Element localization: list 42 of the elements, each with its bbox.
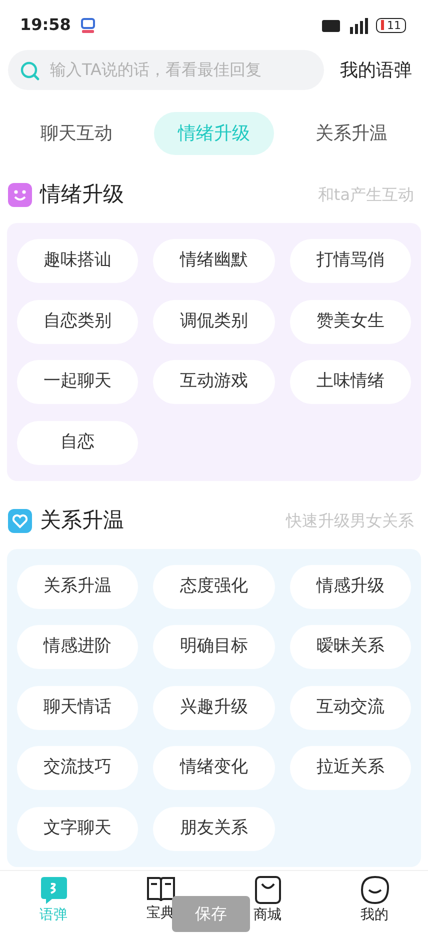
smiley-icon (8, 182, 32, 208)
section-subtitle: 和ta产生互动 (318, 184, 414, 206)
tag-chip[interactable]: 拉近关系 (290, 746, 411, 790)
book-icon (146, 875, 176, 903)
tag-chip[interactable]: 关系升温 (17, 564, 138, 608)
status-time: 19:58 (20, 14, 71, 36)
tag-chip[interactable]: 情绪幽默 (153, 239, 275, 283)
tag-chip[interactable]: 自恋类别 (17, 300, 138, 344)
tag-chip[interactable]: 情感升级 (290, 564, 411, 608)
tag-chip[interactable]: 文字聊天 (17, 806, 138, 850)
tag-chip[interactable]: 聊天情话 (17, 686, 138, 730)
tag-chip[interactable]: 互动游戏 (153, 360, 275, 404)
tag-chip[interactable]: 赞美女生 (290, 300, 411, 344)
tag-chip[interactable]: 暧昧关系 (290, 625, 411, 669)
tag-chip[interactable]: 兴趣升级 (153, 686, 275, 730)
tag-chip[interactable]: 情感进阶 (17, 625, 138, 669)
save-toast: 保存 (172, 896, 250, 932)
tag-chip[interactable]: 趣味搭讪 (17, 239, 138, 283)
tag-chip[interactable]: 情绪变化 (153, 746, 275, 790)
search-bar[interactable]: 输入TA说的话，看看最佳回复 (8, 50, 324, 90)
tag-chip[interactable]: 朋友关系 (153, 806, 275, 850)
battery-icon: 11 (376, 18, 406, 32)
tag-chip[interactable]: 自恋 (17, 420, 138, 464)
section-subtitle: 快速升级男女关系 (286, 510, 414, 532)
tag-chip[interactable]: 态度强化 (153, 564, 275, 608)
chat-bubble-icon (40, 875, 68, 905)
bag-icon (254, 875, 282, 905)
tag-chip[interactable]: 一起聊天 (17, 360, 138, 404)
tag-chip[interactable]: 调侃类别 (153, 300, 275, 344)
tag-chip[interactable]: 交流技巧 (17, 746, 138, 790)
tag-chip[interactable]: 打情骂俏 (290, 239, 411, 283)
tag-chip[interactable]: 互动交流 (290, 686, 411, 730)
section-title: 关系升温 (40, 506, 124, 534)
tag-chip[interactable]: 土味情绪 (290, 360, 411, 404)
section-title: 情绪升级 (40, 181, 124, 208)
search-field[interactable]: 输入TA说的话，看看最佳回复 (48, 57, 312, 83)
tab[interactable]: 关系升温 (291, 112, 412, 155)
nav-tab[interactable]: 我的 (334, 871, 414, 944)
tag-chip[interactable]: 明确目标 (153, 625, 275, 669)
my-phrases-link[interactable]: 我的语弹 (340, 56, 420, 84)
tab[interactable]: 聊天互动 (16, 112, 137, 155)
face-icon (360, 875, 390, 905)
